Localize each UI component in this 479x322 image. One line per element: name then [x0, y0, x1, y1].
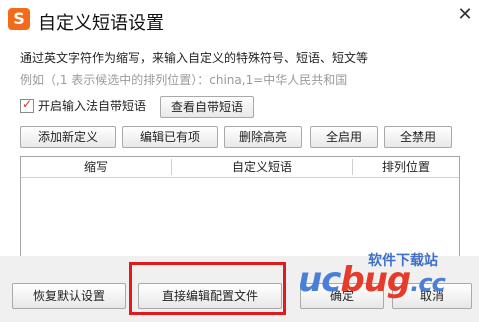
disable-all-button[interactable]: 全禁用 [384, 126, 452, 148]
checkmark-icon: ✓ [21, 97, 33, 111]
delete-highlight-button[interactable]: 删除高亮 [224, 126, 302, 148]
enable-all-button[interactable]: 全启用 [310, 126, 378, 148]
restore-defaults-button[interactable]: 恢复默认设置 [12, 283, 126, 309]
table-header: 缩写 自定义短语 排列位置 [21, 157, 459, 178]
watermark: 软件下载站 ucbug.cc [290, 246, 479, 316]
enable-builtin-checkbox[interactable]: ✓ [20, 97, 34, 113]
column-header-position[interactable]: 排列位置 [353, 157, 459, 177]
sogou-logo-icon: S [8, 8, 30, 30]
add-definition-button[interactable]: 添加新定义 [20, 126, 116, 148]
description-text: 通过英文字符作为缩写，来输入自定义的特殊符号、短语、短文等 [20, 51, 369, 65]
watermark-logo-part: bug [340, 260, 411, 300]
watermark-logo: ucbug.cc [298, 260, 446, 300]
title-bar: S 自定义短语设置 ✕ [0, 0, 479, 40]
highlight-box [129, 262, 286, 315]
column-header-abbr[interactable]: 缩写 [21, 157, 171, 177]
example-text: 例如（,1 表示候选中的排列位置）：china,1=中华人民共和国 [20, 73, 348, 87]
watermark-logo-part: .cc [410, 269, 446, 297]
column-header-phrase[interactable]: 自定义短语 [172, 157, 352, 177]
close-icon[interactable]: ✕ [456, 6, 474, 24]
enable-builtin-label: 开启输入法自带短语 [38, 99, 147, 113]
edit-existing-button[interactable]: 编辑已有项 [122, 126, 218, 148]
window-title: 自定义短语设置 [38, 13, 164, 34]
view-builtin-button[interactable]: 查看自带短语 [160, 96, 254, 118]
watermark-logo-part: uc [298, 260, 341, 300]
